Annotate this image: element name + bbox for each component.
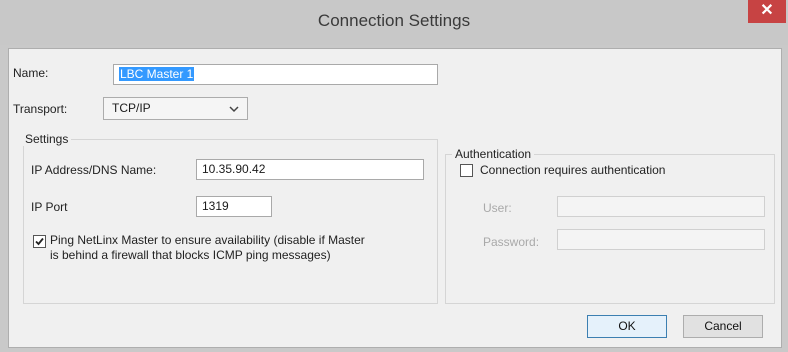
ping-label-line2: is behind a firewall that blocks ICMP pi… bbox=[50, 248, 331, 262]
ping-checkbox[interactable] bbox=[33, 235, 46, 248]
ping-label-line1: Ping NetLinx Master to ensure availabili… bbox=[50, 233, 365, 247]
password-field[interactable] bbox=[557, 229, 765, 250]
ip-port-field[interactable]: 1319 bbox=[196, 196, 272, 217]
ip-address-label: IP Address/DNS Name: bbox=[31, 163, 157, 177]
ip-port-label: IP Port bbox=[31, 200, 68, 214]
checkmark-icon bbox=[35, 237, 44, 246]
dialog-title: Connection Settings bbox=[317, 11, 471, 30]
user-label: User: bbox=[483, 201, 512, 215]
name-field[interactable]: LBC Master 1 bbox=[113, 64, 438, 85]
transport-label: Transport: bbox=[13, 102, 68, 116]
transport-select[interactable]: TCP/IP bbox=[103, 97, 248, 120]
name-label: Name: bbox=[13, 66, 49, 80]
name-value: LBC Master 1 bbox=[119, 67, 195, 81]
user-field[interactable] bbox=[557, 196, 765, 217]
transport-value: TCP/IP bbox=[112, 101, 151, 115]
cancel-button[interactable]: Cancel bbox=[683, 315, 763, 338]
ip-address-field[interactable]: 10.35.90.42 bbox=[196, 159, 424, 180]
auth-required-label: Connection requires authentication bbox=[480, 163, 666, 177]
password-label: Password: bbox=[483, 235, 540, 249]
ok-button[interactable]: OK bbox=[587, 315, 667, 338]
chevron-down-icon bbox=[229, 106, 239, 113]
connection-settings-dialog: Connection Settings ✕ Name: LBC Master 1… bbox=[0, 0, 788, 352]
close-button[interactable]: ✕ bbox=[748, 0, 786, 23]
authentication-group-title: Authentication bbox=[452, 147, 535, 161]
title-bar[interactable]: Connection Settings ✕ bbox=[0, 0, 788, 45]
dialog-body: Name: LBC Master 1 Transport: TCP/IP Set… bbox=[8, 48, 782, 348]
auth-required-checkbox[interactable] bbox=[460, 164, 473, 177]
settings-group-title: Settings bbox=[22, 132, 72, 146]
